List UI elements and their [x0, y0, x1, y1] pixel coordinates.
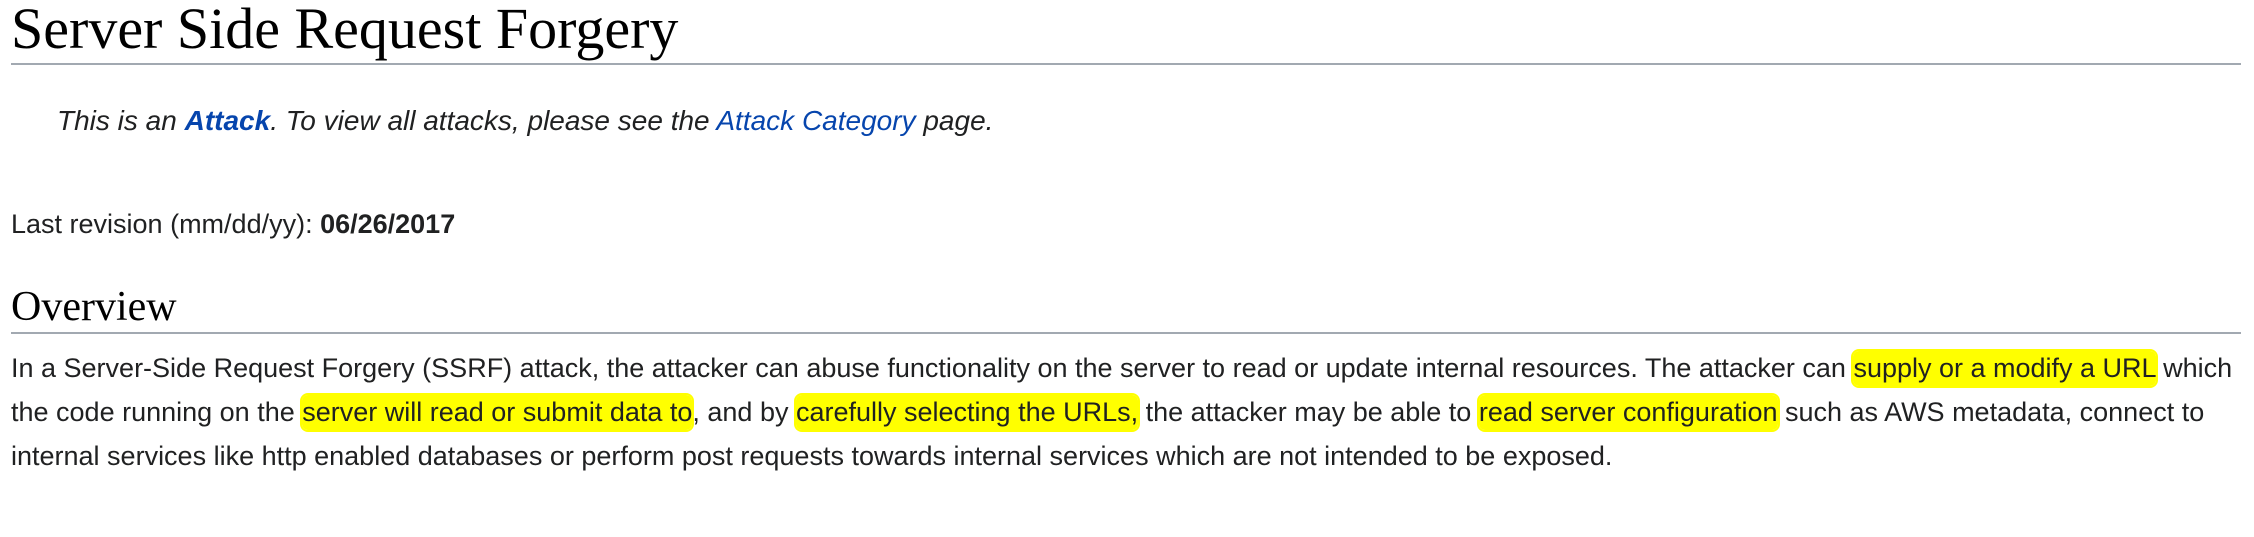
- hatnote-suffix: page.: [915, 105, 994, 136]
- hatnote-middle: . To view all attacks, please see the: [270, 105, 717, 136]
- highlighted-text-1: supply or a modify a URL: [1853, 351, 2156, 387]
- highlighted-text-4: read server configuration: [1478, 395, 1778, 431]
- hatnote: This is an Attack. To view all attacks, …: [57, 101, 2241, 140]
- overview-text-3: , and by: [692, 397, 796, 428]
- revision-label: Last revision (mm/dd/yy):: [11, 209, 321, 240]
- overview-heading: Overview: [11, 284, 2241, 335]
- hatnote-prefix: This is an: [57, 105, 185, 136]
- article-content: Server Side Request Forgery This is an A…: [11, 0, 2241, 478]
- highlighted-text-2: server will read or submit data to: [302, 395, 693, 431]
- overview-text-4: the attacker may be able to: [1138, 397, 1479, 428]
- highlighted-text-3: carefully selecting the URLs,: [795, 395, 1139, 431]
- attack-link[interactable]: Attack: [185, 105, 271, 136]
- revision-date: 06/26/2017: [320, 209, 456, 240]
- page-title: Server Side Request Forgery: [11, 0, 2241, 65]
- overview-text-1: In a Server-Side Request Forgery (SSRF) …: [11, 353, 1854, 384]
- attack-category-link[interactable]: Attack Category: [716, 105, 915, 136]
- overview-paragraph: In a Server-Side Request Forgery (SSRF) …: [11, 346, 2241, 478]
- revision-line: Last revision (mm/dd/yy): 06/26/2017: [11, 206, 2241, 244]
